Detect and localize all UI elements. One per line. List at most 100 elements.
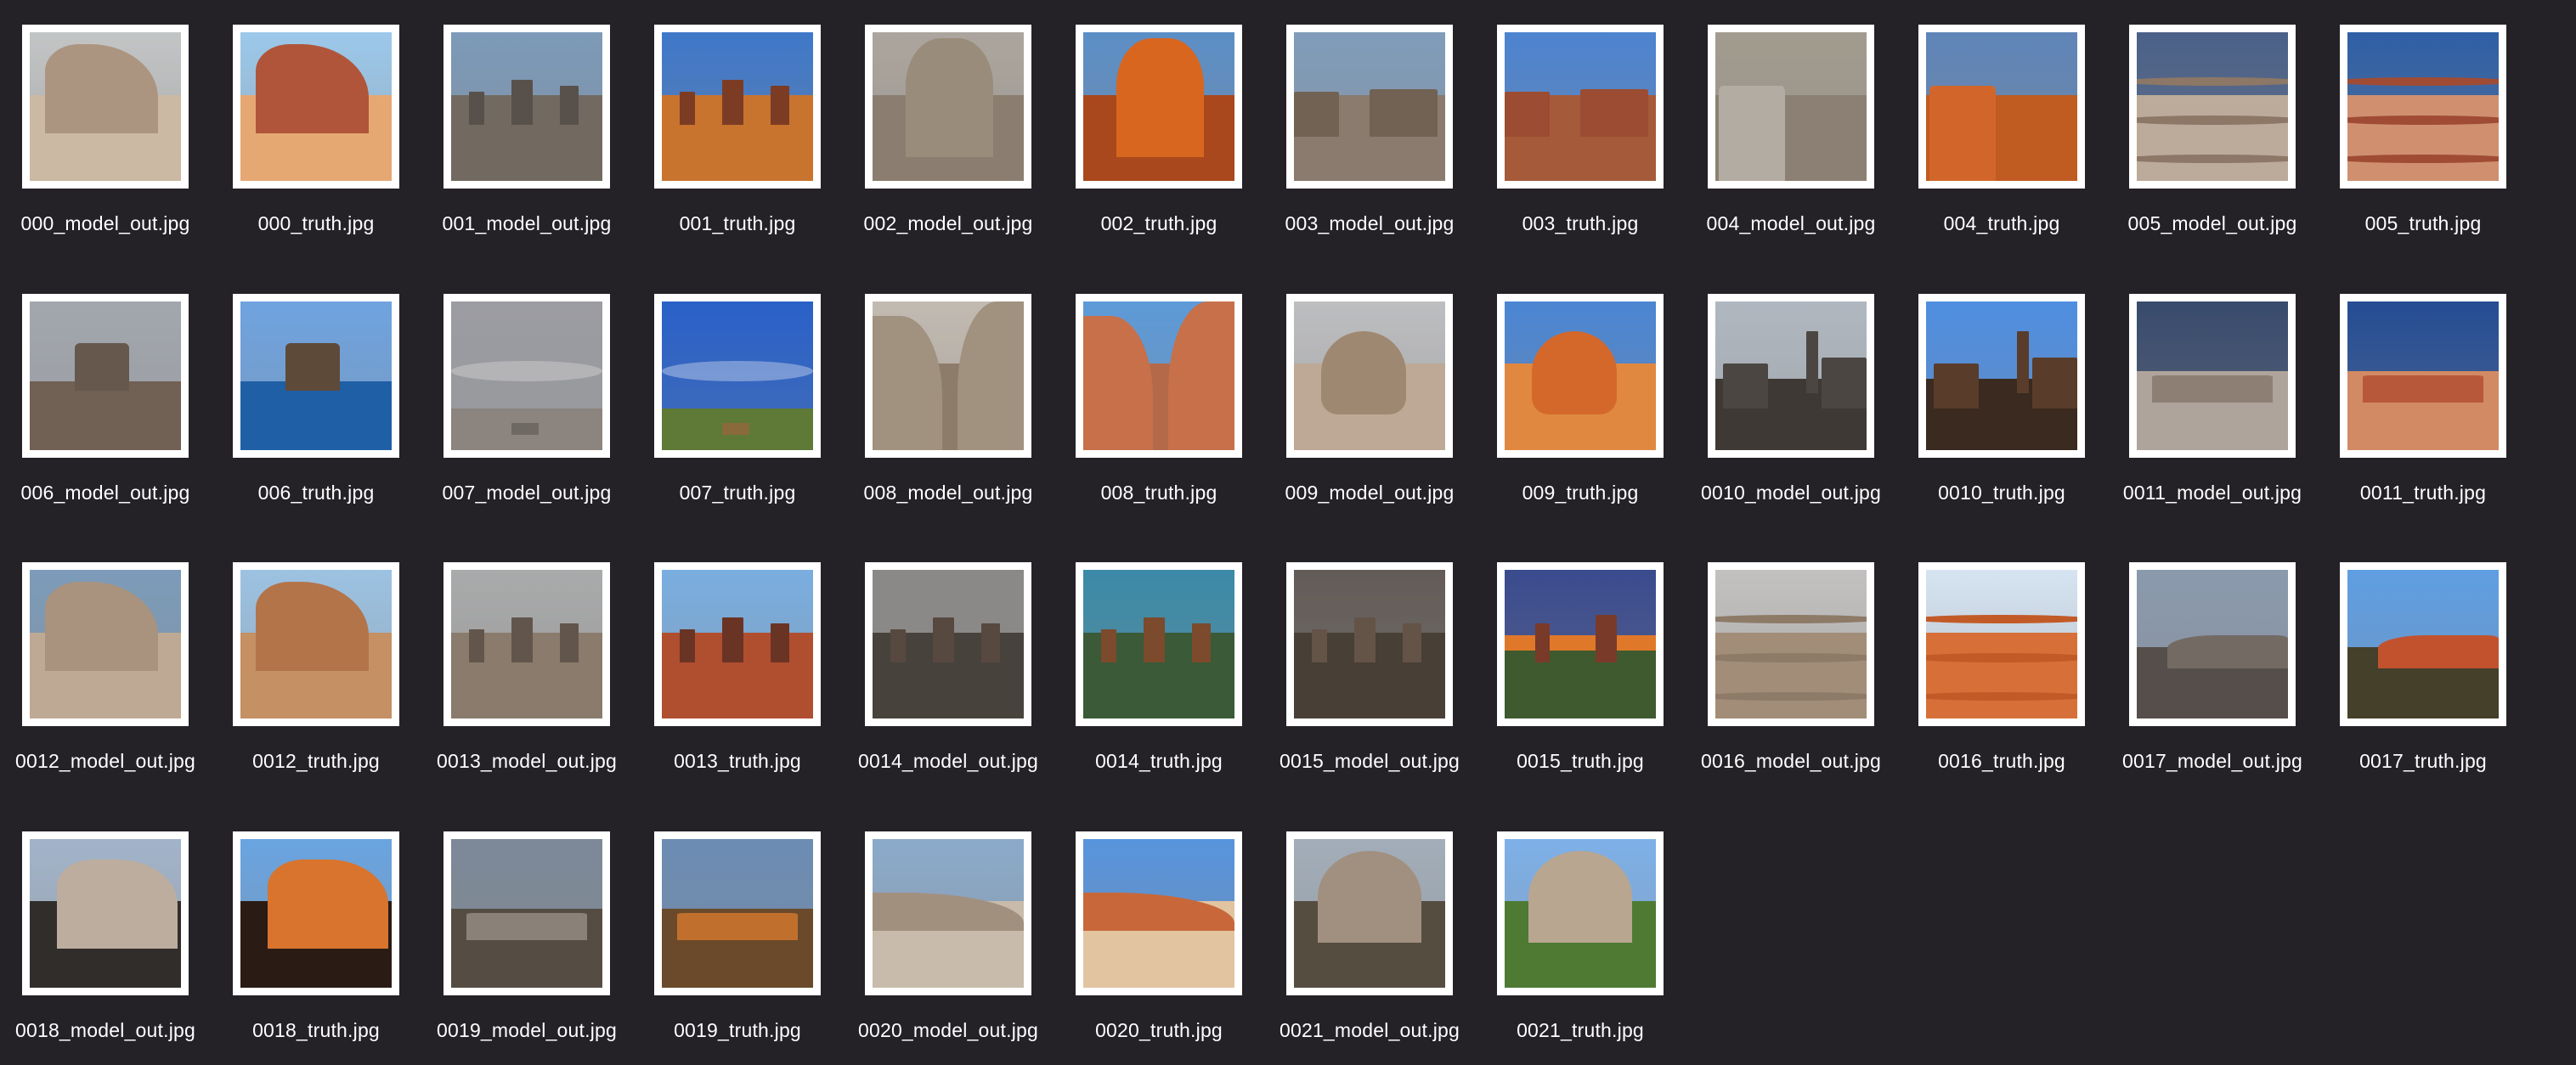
file-item[interactable]: 003_truth.jpg bbox=[1475, 0, 1686, 238]
file-thumbnail[interactable] bbox=[233, 831, 399, 995]
file-name-label[interactable]: 005_model_out.jpg bbox=[2107, 212, 2318, 235]
file-thumbnail[interactable] bbox=[1497, 25, 1664, 189]
file-item[interactable]: 0016_truth.jpg bbox=[1896, 538, 2107, 775]
file-item[interactable]: 003_model_out.jpg bbox=[1264, 0, 1475, 238]
file-name-label[interactable]: 006_model_out.jpg bbox=[0, 482, 211, 504]
file-thumbnail[interactable] bbox=[1076, 831, 1242, 995]
file-name-label[interactable]: 008_truth.jpg bbox=[1054, 482, 1264, 504]
file-name-label[interactable]: 0019_model_out.jpg bbox=[421, 1019, 632, 1042]
file-thumbnail[interactable] bbox=[865, 831, 1031, 995]
file-name-label[interactable]: 0013_truth.jpg bbox=[632, 750, 843, 773]
file-thumbnail[interactable] bbox=[443, 293, 610, 458]
file-name-label[interactable]: 000_model_out.jpg bbox=[0, 212, 211, 235]
file-thumbnail[interactable] bbox=[1497, 562, 1664, 726]
file-name-label[interactable]: 001_model_out.jpg bbox=[421, 212, 632, 235]
file-item[interactable]: 0021_truth.jpg bbox=[1475, 807, 1686, 1045]
file-thumbnail[interactable] bbox=[22, 831, 189, 995]
file-item[interactable]: 002_truth.jpg bbox=[1054, 0, 1264, 238]
file-item[interactable]: 0011_model_out.jpg bbox=[2107, 269, 2318, 507]
file-item[interactable]: 007_model_out.jpg bbox=[421, 269, 632, 507]
file-name-label[interactable]: 0014_truth.jpg bbox=[1054, 750, 1264, 773]
file-name-label[interactable]: 0016_model_out.jpg bbox=[1686, 750, 1896, 773]
file-item[interactable]: 005_model_out.jpg bbox=[2107, 0, 2318, 238]
file-thumbnail[interactable] bbox=[22, 25, 189, 189]
file-item[interactable]: 0014_model_out.jpg bbox=[843, 538, 1054, 775]
file-thumbnail[interactable] bbox=[1497, 831, 1664, 995]
file-thumbnail[interactable] bbox=[1918, 25, 2085, 189]
file-name-label[interactable]: 0012_truth.jpg bbox=[211, 750, 421, 773]
file-item[interactable]: 0019_model_out.jpg bbox=[421, 807, 632, 1045]
file-name-label[interactable]: 004_model_out.jpg bbox=[1686, 212, 1896, 235]
file-name-label[interactable]: 0018_model_out.jpg bbox=[0, 1019, 211, 1042]
file-item[interactable]: 004_truth.jpg bbox=[1896, 0, 2107, 238]
file-item[interactable]: 0020_truth.jpg bbox=[1054, 807, 1264, 1045]
file-name-label[interactable]: 0014_model_out.jpg bbox=[843, 750, 1054, 773]
file-thumbnail[interactable] bbox=[2129, 293, 2296, 458]
file-name-label[interactable]: 006_truth.jpg bbox=[211, 482, 421, 504]
file-name-label[interactable]: 003_truth.jpg bbox=[1475, 212, 1686, 235]
file-name-label[interactable]: 0021_model_out.jpg bbox=[1264, 1019, 1475, 1042]
file-item[interactable]: 0010_truth.jpg bbox=[1896, 269, 2107, 507]
file-name-label[interactable]: 0013_model_out.jpg bbox=[421, 750, 632, 773]
file-thumbnail[interactable] bbox=[22, 293, 189, 458]
file-name-label[interactable]: 0019_truth.jpg bbox=[632, 1019, 843, 1042]
file-thumbnail[interactable] bbox=[22, 562, 189, 726]
file-item[interactable]: 0012_truth.jpg bbox=[211, 538, 421, 775]
file-thumbnail[interactable] bbox=[2129, 25, 2296, 189]
file-item[interactable]: 000_model_out.jpg bbox=[0, 0, 211, 238]
file-item[interactable]: 001_truth.jpg bbox=[632, 0, 843, 238]
file-item[interactable]: 0013_truth.jpg bbox=[632, 538, 843, 775]
file-thumbnail[interactable] bbox=[1076, 25, 1242, 189]
file-thumbnail[interactable] bbox=[2340, 562, 2506, 726]
file-item[interactable]: 0018_model_out.jpg bbox=[0, 807, 211, 1045]
file-item[interactable]: 0019_truth.jpg bbox=[632, 807, 843, 1045]
file-thumbnail[interactable] bbox=[865, 293, 1031, 458]
file-name-label[interactable]: 0017_truth.jpg bbox=[2318, 750, 2528, 773]
file-thumbnail[interactable] bbox=[233, 25, 399, 189]
file-thumbnail[interactable] bbox=[1497, 293, 1664, 458]
file-thumbnail[interactable] bbox=[233, 562, 399, 726]
file-item[interactable]: 0012_model_out.jpg bbox=[0, 538, 211, 775]
file-item[interactable]: 0017_truth.jpg bbox=[2318, 538, 2528, 775]
file-thumbnail[interactable] bbox=[1918, 293, 2085, 458]
file-item[interactable]: 005_truth.jpg bbox=[2318, 0, 2528, 238]
file-item[interactable]: 0014_truth.jpg bbox=[1054, 538, 1264, 775]
file-item[interactable]: 001_model_out.jpg bbox=[421, 0, 632, 238]
file-name-label[interactable]: 002_model_out.jpg bbox=[843, 212, 1054, 235]
file-item[interactable]: 0018_truth.jpg bbox=[211, 807, 421, 1045]
file-thumbnail[interactable] bbox=[2129, 562, 2296, 726]
file-item[interactable]: 0015_truth.jpg bbox=[1475, 538, 1686, 775]
file-thumbnail[interactable] bbox=[2340, 293, 2506, 458]
file-name-label[interactable]: 0012_model_out.jpg bbox=[0, 750, 211, 773]
file-item[interactable]: 0011_truth.jpg bbox=[2318, 269, 2528, 507]
file-name-label[interactable]: 0016_truth.jpg bbox=[1896, 750, 2107, 773]
file-item[interactable]: 007_truth.jpg bbox=[632, 269, 843, 507]
file-thumbnail[interactable] bbox=[2340, 25, 2506, 189]
file-name-label[interactable]: 0010_truth.jpg bbox=[1896, 482, 2107, 504]
file-name-label[interactable]: 007_truth.jpg bbox=[632, 482, 843, 504]
file-item[interactable]: 0021_model_out.jpg bbox=[1264, 807, 1475, 1045]
file-thumbnail[interactable] bbox=[443, 25, 610, 189]
file-thumbnail[interactable] bbox=[1708, 562, 1874, 726]
file-name-label[interactable]: 0010_model_out.jpg bbox=[1686, 482, 1896, 504]
file-name-label[interactable]: 0017_model_out.jpg bbox=[2107, 750, 2318, 773]
file-name-label[interactable]: 007_model_out.jpg bbox=[421, 482, 632, 504]
file-thumbnail[interactable] bbox=[443, 831, 610, 995]
file-item[interactable]: 006_truth.jpg bbox=[211, 269, 421, 507]
file-item[interactable]: 0017_model_out.jpg bbox=[2107, 538, 2318, 775]
file-thumbnail[interactable] bbox=[1076, 562, 1242, 726]
file-name-label[interactable]: 0011_truth.jpg bbox=[2318, 482, 2528, 504]
file-name-label[interactable]: 0011_model_out.jpg bbox=[2107, 482, 2318, 504]
file-thumbnail[interactable] bbox=[1076, 293, 1242, 458]
file-thumbnail[interactable] bbox=[654, 25, 821, 189]
file-item[interactable]: 0010_model_out.jpg bbox=[1686, 269, 1896, 507]
file-item[interactable]: 0016_model_out.jpg bbox=[1686, 538, 1896, 775]
file-name-label[interactable]: 003_model_out.jpg bbox=[1264, 212, 1475, 235]
file-thumbnail[interactable] bbox=[1708, 293, 1874, 458]
file-thumbnail[interactable] bbox=[865, 562, 1031, 726]
file-name-label[interactable]: 009_model_out.jpg bbox=[1264, 482, 1475, 504]
file-thumbnail[interactable] bbox=[654, 562, 821, 726]
file-name-label[interactable]: 002_truth.jpg bbox=[1054, 212, 1264, 235]
file-thumbnail[interactable] bbox=[233, 293, 399, 458]
file-name-label[interactable]: 000_truth.jpg bbox=[211, 212, 421, 235]
